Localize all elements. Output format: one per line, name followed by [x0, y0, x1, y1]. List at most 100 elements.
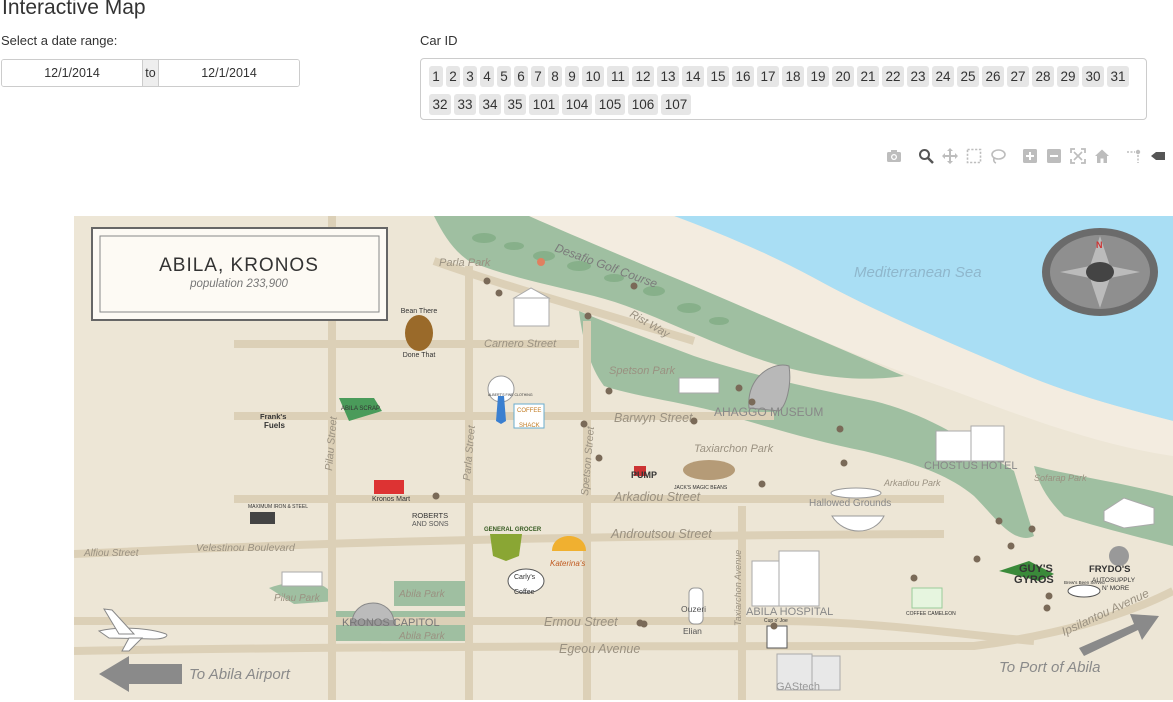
zoom-in-icon[interactable]	[1022, 148, 1040, 166]
car-id-chip[interactable]: 6	[514, 66, 528, 87]
cup-o-joe-logo: Cup o' Joe	[764, 618, 788, 649]
car-id-chip[interactable]: 3	[463, 66, 477, 87]
reset-axes-icon[interactable]	[1094, 148, 1112, 166]
svg-text:JACK'S MAGIC BEANS: JACK'S MAGIC BEANS	[674, 485, 728, 491]
car-id-chip[interactable]: 29	[1057, 66, 1079, 87]
car-id-chip[interactable]: 20	[832, 66, 854, 87]
chostus-hotel-icon	[935, 425, 1005, 462]
svg-text:Carly's: Carly's	[514, 574, 536, 581]
label-androutsou: Androutsou Street	[610, 527, 712, 541]
car-id-chip[interactable]: 11	[607, 66, 629, 87]
label-capitol: KRONOS CAPITOL	[342, 617, 440, 629]
car-id-chip[interactable]: 35	[504, 94, 526, 115]
car-id-chip[interactable]: 27	[1007, 66, 1029, 87]
car-id-label: Car ID	[420, 33, 458, 48]
svg-text:ROBERTS: ROBERTS	[412, 511, 448, 520]
car-id-chip[interactable]: 7	[531, 66, 545, 87]
label-egeou: Egeou Avenue	[559, 642, 640, 656]
zoom-out-icon[interactable]	[1046, 148, 1064, 166]
car-id-chip[interactable]: 30	[1082, 66, 1104, 87]
svg-text:N: N	[1096, 240, 1103, 250]
car-id-chip[interactable]: 26	[982, 66, 1004, 87]
svg-text:ABILA SCRAP: ABILA SCRAP	[341, 406, 380, 412]
svg-text:Katerina's: Katerina's	[550, 559, 585, 568]
label-spetson-park: Spetson Park	[609, 365, 676, 377]
camera-icon[interactable]	[886, 148, 904, 166]
label-pilau-park: Pilau Park	[274, 593, 321, 604]
car-id-chip[interactable]: 19	[807, 66, 829, 87]
label-velestinou: Velestinou Boulevard	[196, 542, 296, 554]
map-image[interactable]: ABILA, KRONOS population 233,900 N Medit…	[74, 216, 1173, 700]
car-id-chip[interactable]: 16	[732, 66, 754, 87]
car-id-chip[interactable]: 15	[707, 66, 729, 87]
car-id-chip[interactable]: 9	[565, 66, 579, 87]
car-id-chip[interactable]: 2	[446, 66, 460, 87]
car-id-chip[interactable]: 12	[632, 66, 654, 87]
label-arkadiou-park: Arkadiou Park	[883, 478, 941, 488]
map-population: population 233,900	[189, 278, 288, 290]
svg-text:AND SONS: AND SONS	[412, 521, 449, 528]
label-abila-park-2: Abila Park	[398, 631, 446, 642]
label-hallowed: Hallowed Grounds	[809, 498, 891, 509]
label-alfiou: Alfiou Street	[83, 548, 140, 559]
car-id-chip[interactable]: 4	[480, 66, 494, 87]
car-id-chip[interactable]: 22	[882, 66, 904, 87]
zoom-icon[interactable]	[918, 148, 936, 166]
svg-text:Done That: Done That	[403, 352, 436, 359]
car-id-chip[interactable]: 105	[595, 94, 625, 115]
car-id-chip[interactable]: 28	[1032, 66, 1054, 87]
box-select-icon[interactable]	[966, 148, 984, 166]
car-id-chip[interactable]: 24	[932, 66, 954, 87]
car-id-chip[interactable]: 32	[429, 94, 451, 115]
svg-text:MAXIMUM IRON & STEEL: MAXIMUM IRON & STEEL	[248, 504, 308, 510]
start-date-input[interactable]: 12/1/2014	[2, 60, 142, 86]
spike-lines-icon[interactable]	[1126, 148, 1144, 166]
car-id-chip[interactable]: 14	[682, 66, 704, 87]
map-title: ABILA, KRONOS	[159, 255, 319, 276]
car-id-chip[interactable]: 33	[454, 94, 476, 115]
svg-text:Frank's: Frank's	[260, 412, 286, 421]
car-id-chip[interactable]: 23	[907, 66, 929, 87]
label-airport: To Abila Airport	[189, 666, 291, 683]
car-id-chip[interactable]: 5	[497, 66, 511, 87]
lasso-icon[interactable]	[990, 148, 1008, 166]
date-range-separator: to	[142, 60, 159, 86]
car-id-chip[interactable]: 34	[479, 94, 501, 115]
autoscale-icon[interactable]	[1070, 148, 1088, 166]
end-date-input[interactable]: 12/1/2014	[159, 60, 299, 86]
label-sofarap-park: Sofarap Park	[1034, 473, 1087, 483]
svg-text:GYROS: GYROS	[1014, 574, 1054, 586]
plot-modebar	[0, 148, 1173, 168]
car-id-chip[interactable]: 8	[548, 66, 562, 87]
svg-text:Elian: Elian	[683, 626, 702, 636]
temple-icon	[678, 377, 720, 394]
car-id-chip[interactable]: 106	[628, 94, 658, 115]
car-id-chip[interactable]: 25	[957, 66, 979, 87]
car-id-chip[interactable]: 107	[661, 94, 691, 115]
svg-text:COFFEE CAMELEON: COFFEE CAMELEON	[906, 611, 956, 617]
car-id-multiselect[interactable]: 1 2 3 4 5 6 7 8 9 10 11 12 13 14 15 16 17 18 19 20 21 22 23 24 2…	[420, 58, 1147, 120]
car-id-chip[interactable]: 13	[657, 66, 679, 87]
car-id-chip[interactable]: 21	[857, 66, 879, 87]
roberts-sons-logo: ROBERTS AND SONS	[412, 511, 449, 528]
car-id-chip[interactable]: 10	[582, 66, 604, 87]
car-id-chip[interactable]: 31	[1107, 66, 1129, 87]
car-id-chip[interactable]: 17	[757, 66, 779, 87]
car-id-chip[interactable]: 1	[429, 66, 443, 87]
date-range-label: Select a date range:	[1, 33, 118, 48]
car-id-chip[interactable]: 104	[562, 94, 592, 115]
label-chostus: CHOSTUS HOTEL	[924, 460, 1018, 472]
car-id-chip[interactable]: 18	[782, 66, 804, 87]
pan-icon[interactable]	[942, 148, 960, 166]
map-title-cartouche: ABILA, KRONOS population 233,900	[91, 227, 388, 321]
svg-text:Cup o' Joe: Cup o' Joe	[764, 618, 788, 624]
svg-text:ALBERT'S FINE CLOTHING: ALBERT'S FINE CLOTHING	[488, 393, 533, 397]
label-arkadiou: Arkadiou Street	[613, 490, 701, 504]
label-port: To Port of Abila	[999, 659, 1100, 676]
hover-compare-icon[interactable]	[1150, 148, 1168, 166]
label-gastech: GAStech	[776, 681, 820, 693]
label-hospital: ABILA HOSPITAL	[746, 606, 833, 618]
label-taxiarchon-park: Taxiarchon Park	[694, 443, 774, 455]
svg-text:FRYDO'S: FRYDO'S	[1089, 564, 1131, 575]
car-id-chip[interactable]: 101	[529, 94, 559, 115]
